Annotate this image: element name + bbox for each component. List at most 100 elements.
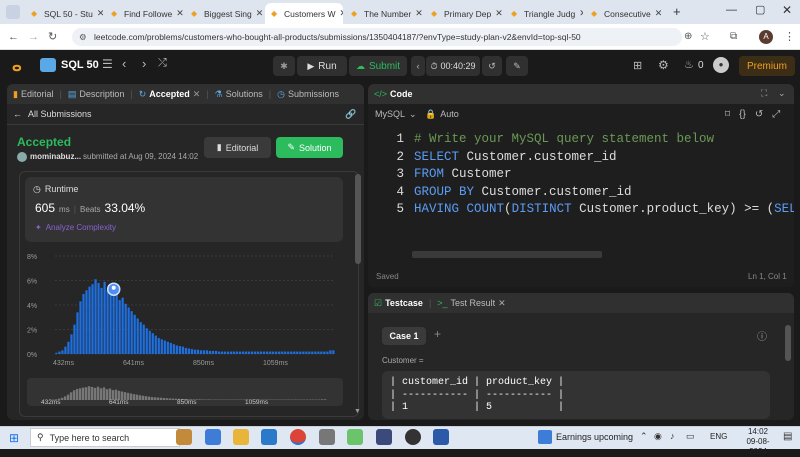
test-scrollbar[interactable] <box>785 325 791 361</box>
histogram-bar[interactable] <box>194 350 196 354</box>
tray-chevron-icon[interactable]: ⌃ <box>640 431 648 442</box>
histogram-bar[interactable] <box>239 352 241 354</box>
browser-tab[interactable]: ◆Primary Dep✕ <box>425 3 503 24</box>
histogram-bar[interactable] <box>287 352 289 354</box>
histogram-bar[interactable] <box>109 285 111 354</box>
histogram-bar[interactable] <box>167 342 169 354</box>
histogram-bar[interactable] <box>128 307 130 354</box>
maximize-icon[interactable]: ▢ <box>755 3 765 16</box>
browser-tab[interactable]: ◆The Number✕ <box>345 3 423 24</box>
histogram-bar[interactable] <box>149 331 151 354</box>
histogram-bar[interactable] <box>269 352 271 354</box>
histogram-bar[interactable] <box>113 295 115 354</box>
mail-icon[interactable] <box>205 429 221 445</box>
histogram-bar[interactable] <box>152 333 154 354</box>
histogram-bar[interactable] <box>116 292 118 354</box>
books-icon[interactable] <box>176 429 192 445</box>
back-icon[interactable]: ← <box>8 29 19 45</box>
histogram-bar[interactable] <box>73 325 75 354</box>
code-line[interactable]: 3FROM Customer <box>368 166 512 184</box>
run-button[interactable]: ▶Run <box>297 56 347 76</box>
browser-tab[interactable]: ◆Biggest Sing✕ <box>185 3 263 24</box>
add-case-icon[interactable]: + <box>434 327 441 341</box>
histogram-bar[interactable] <box>103 282 105 354</box>
news-icon[interactable] <box>538 430 552 444</box>
browser-tab[interactable]: ◆Customers W✕ <box>265 3 343 24</box>
extensions-icon[interactable]: ⧉ <box>730 29 737 45</box>
editor-app-icon[interactable] <box>376 429 392 445</box>
browser-tab[interactable]: ◆Consecutive✕ <box>585 3 663 24</box>
histogram-bar[interactable] <box>299 352 301 354</box>
auto-mode[interactable]: 🔒Auto <box>425 109 459 120</box>
code-line[interactable]: 4GROUP BY Customer.customer_id <box>368 184 632 202</box>
close-window-icon[interactable]: ✕ <box>782 3 792 17</box>
tab-description[interactable]: ▤Description <box>62 89 131 100</box>
histogram-bar[interactable] <box>94 279 96 354</box>
code-editor[interactable]: 1# Write your MySQL query statement belo… <box>368 131 794 256</box>
histogram-bar[interactable] <box>91 284 93 354</box>
histogram-bar[interactable] <box>224 352 226 354</box>
histogram-bar[interactable] <box>131 311 133 354</box>
histogram-bar[interactable] <box>254 352 256 354</box>
close-tab-icon[interactable]: ✕ <box>495 8 503 19</box>
histogram-bar[interactable] <box>332 350 334 354</box>
histogram-bar[interactable] <box>143 325 145 354</box>
testcase-input[interactable]: | customer_id | product_key || ---------… <box>382 371 770 419</box>
notes-button[interactable]: ✎ <box>506 56 528 76</box>
browser-tab[interactable]: ◆SQL 50 - Stu✕ <box>25 3 103 24</box>
histogram-bar[interactable] <box>185 348 187 354</box>
new-tab-icon[interactable]: + <box>673 4 681 19</box>
histogram-bar[interactable] <box>85 290 87 354</box>
histogram-bar[interactable] <box>70 334 72 354</box>
timer-collapse-button[interactable]: ‹ <box>411 56 425 76</box>
streak-fire-icon[interactable]: ♨ <box>684 58 694 71</box>
tab-solutions[interactable]: ⚗Solutions <box>209 89 269 100</box>
user-avatar[interactable]: ● <box>713 57 729 73</box>
histogram-bar[interactable] <box>67 342 69 354</box>
solution-button[interactable]: ✎Solution <box>276 137 343 158</box>
lens-icon[interactable]: ⊕ <box>684 29 692 45</box>
histogram-bar[interactable] <box>251 352 253 354</box>
histogram-bar[interactable] <box>191 349 193 354</box>
bookmark-icon[interactable]: ⌑ <box>725 109 730 120</box>
obs-icon[interactable] <box>405 429 421 445</box>
close-tab-icon[interactable]: ✕ <box>655 8 663 19</box>
help-icon[interactable]: ⓘ <box>757 328 767 343</box>
histogram-bar[interactable] <box>278 352 280 354</box>
network-icon[interactable]: ◉ <box>654 431 662 442</box>
histogram-bar[interactable] <box>218 352 220 354</box>
file-explorer-icon[interactable] <box>233 429 249 445</box>
news-widget[interactable]: Earnings upcoming <box>556 432 633 442</box>
histogram-bar[interactable] <box>206 350 208 354</box>
forward-icon[interactable]: → <box>28 29 39 45</box>
histogram-bar[interactable] <box>233 352 235 354</box>
braces-icon[interactable]: {} <box>739 109 746 120</box>
histogram-bar[interactable] <box>230 352 232 354</box>
chrome-icon[interactable] <box>290 429 306 445</box>
profile-avatar[interactable]: A <box>759 30 773 44</box>
histogram-bar[interactable] <box>293 352 295 354</box>
tab-testcase[interactable]: ☑Testcase <box>368 298 429 309</box>
link-icon[interactable]: 🔗 <box>345 109 356 120</box>
histogram-bar[interactable] <box>272 352 274 354</box>
taskbar-search[interactable]: ⚲Type here to search <box>30 428 180 447</box>
maximize-panel-icon[interactable]: ⛶ <box>761 88 767 99</box>
histogram-bar[interactable] <box>125 304 127 354</box>
problem-list-icon[interactable]: ☰ <box>102 57 113 71</box>
histogram-bar[interactable] <box>302 352 304 354</box>
histogram-bar[interactable] <box>329 350 331 354</box>
code-line[interactable]: 5HAVING COUNT(DISTINCT Customer.product_… <box>368 201 794 219</box>
histogram-bar[interactable] <box>155 336 157 354</box>
histogram-bar[interactable] <box>122 298 124 354</box>
histogram-bar[interactable] <box>158 338 160 354</box>
histogram-bar[interactable] <box>100 288 102 354</box>
shuffle-icon[interactable]: ⤮ <box>158 57 167 70</box>
histogram-bar[interactable] <box>248 352 250 354</box>
debug-button[interactable]: ✱ <box>273 56 295 76</box>
histogram-bar[interactable] <box>215 351 217 354</box>
histogram-bar[interactable] <box>140 322 142 354</box>
histogram-bar[interactable] <box>266 352 268 354</box>
horizontal-scrollbar[interactable] <box>412 251 602 258</box>
histogram-bar[interactable] <box>137 318 139 354</box>
histogram-bar[interactable] <box>200 350 202 354</box>
